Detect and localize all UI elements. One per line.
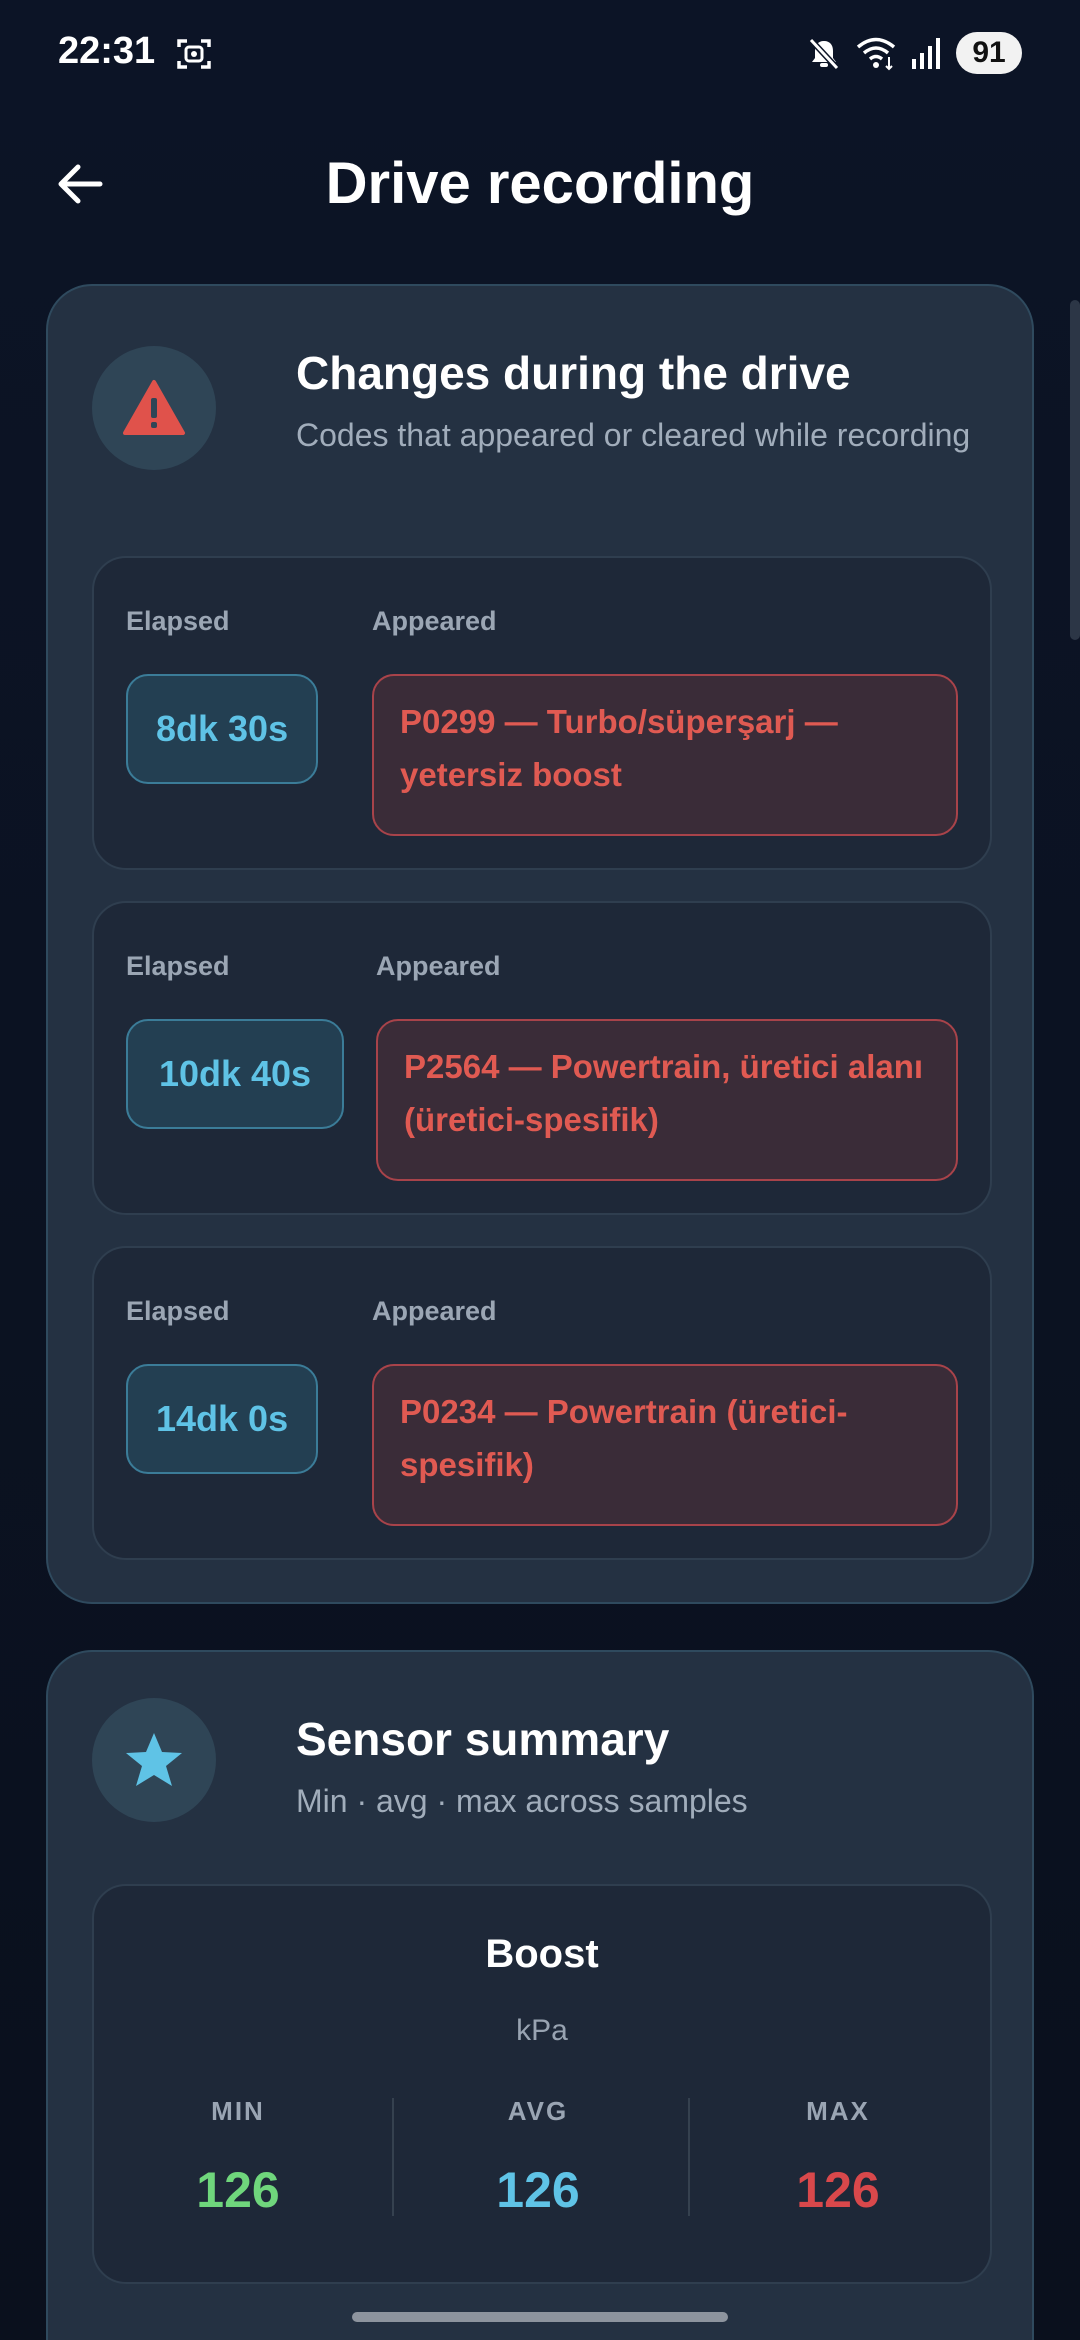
- battery-indicator: 91: [956, 32, 1022, 74]
- stat-min-label: MIN: [211, 2096, 265, 2126]
- status-time: 22:31: [58, 30, 156, 72]
- warning-icon-badge: [92, 346, 216, 470]
- page-title: Drive recording: [325, 151, 755, 216]
- sensor-card-title: Sensor summary: [296, 1713, 670, 1765]
- stat-max-label: MAX: [806, 2096, 870, 2126]
- changes-card: Changes during the drive Codes that appe…: [46, 284, 1034, 1604]
- home-indicator[interactable]: [352, 2312, 728, 2322]
- elapsed-time-badge: 8dk 30s: [126, 674, 319, 784]
- star-icon-badge: [92, 1698, 216, 1822]
- changes-card-subtitle: Codes that appeared or cleared while rec…: [296, 417, 971, 454]
- status-label: Appeared: [376, 951, 501, 981]
- wifi-icon: [856, 37, 896, 71]
- sensor-unit: kPa: [516, 2014, 568, 2047]
- stat-max-value: 126: [796, 2162, 880, 2218]
- stat-min: MIN 126: [94, 2096, 382, 2219]
- sensor-stats-block[interactable]: Boost kPa MIN 126 AVG 126 MAX 126: [92, 1884, 992, 2284]
- screen-record-icon: [177, 39, 211, 69]
- elapsed-label: Elapsed: [126, 1296, 230, 1326]
- trouble-code: P2564 — Powertrain, üretici alanı (üreti…: [376, 1019, 958, 1181]
- warning-triangle-icon: [123, 380, 185, 435]
- app-header: Drive recording: [0, 130, 1080, 240]
- sensor-name: Boost: [485, 1932, 599, 1976]
- drive-event-row[interactable]: Elapsed Appeared 14dk 0s P0234 — Powertr…: [92, 1246, 992, 1560]
- elapsed-label: Elapsed: [126, 951, 230, 981]
- sensor-summary-card: Sensor summary Min · avg · max across sa…: [46, 1650, 1034, 2340]
- changes-card-title: Changes during the drive: [296, 347, 851, 399]
- trouble-code: P0234 — Powertrain (üretici-spesifik): [372, 1364, 958, 1526]
- mute-icon: [808, 37, 840, 71]
- stat-avg-label: AVG: [507, 2096, 569, 2126]
- drive-event-row[interactable]: Elapsed Appeared 8dk 30s P0299 — Turbo/s…: [92, 556, 992, 870]
- stat-avg: AVG 126: [394, 2096, 682, 2219]
- sensor-card-subtitle: Min · avg · max across samples: [296, 1783, 748, 1820]
- status-bar: 22:31 91: [0, 0, 1080, 108]
- stat-avg-value: 126: [496, 2162, 580, 2218]
- stat-max: MAX 126: [694, 2096, 982, 2219]
- stat-min-value: 126: [196, 2162, 280, 2218]
- star-icon: [126, 1733, 182, 1786]
- signal-icon: [912, 38, 940, 69]
- drive-event-row[interactable]: Elapsed Appeared 10dk 40s P2564 — Powert…: [92, 901, 992, 1215]
- trouble-code: P0299 — Turbo/süperşarj — yetersiz boost: [372, 674, 958, 836]
- elapsed-label: Elapsed: [126, 606, 230, 636]
- screen: 22:31 91 Drive recording Changes during …: [0, 0, 1080, 2340]
- status-label: Appeared: [372, 1296, 497, 1326]
- elapsed-time-badge: 14dk 0s: [126, 1364, 319, 1474]
- status-label: Appeared: [372, 606, 497, 636]
- stat-divider: [688, 2098, 690, 2216]
- status-icons: 91: [806, 30, 1022, 76]
- scrollbar[interactable]: [1070, 300, 1080, 640]
- elapsed-time-badge: 10dk 40s: [126, 1019, 344, 1129]
